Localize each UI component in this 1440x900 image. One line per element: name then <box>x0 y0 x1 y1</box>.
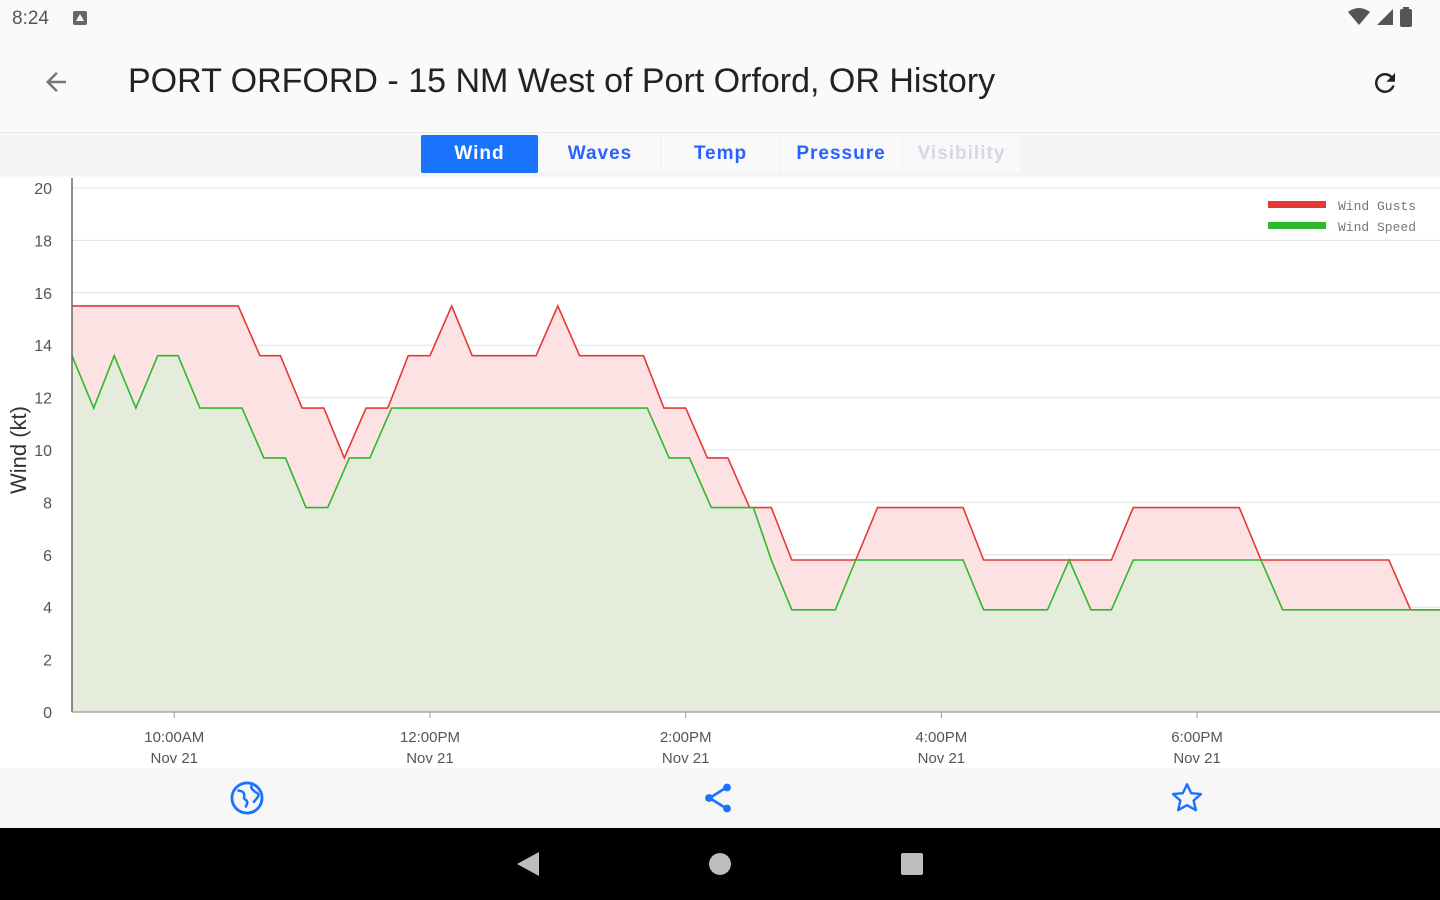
map-button[interactable] <box>227 780 267 820</box>
square-recents-icon <box>899 851 925 882</box>
y-axis-label: Wind (kt) <box>6 406 31 494</box>
legend-swatch <box>1268 201 1326 208</box>
system-nav-bar <box>0 828 1440 900</box>
y-tick-label: 10 <box>34 443 52 460</box>
y-tick-label: 20 <box>34 181 52 198</box>
battery-icon <box>1400 6 1412 32</box>
x-tick-label: 2:00PM <box>660 729 712 746</box>
wind-chart: 0 2 4 6 8 10 12 14 16 18 20 Wind (kt) 10:00AM Nov 21 1… <box>0 178 1440 768</box>
globe-icon <box>228 779 266 822</box>
wifi-icon <box>1348 7 1370 31</box>
star-outline-icon <box>1169 780 1205 821</box>
y-tick-label: 0 <box>43 705 52 722</box>
nav-back-button[interactable] <box>510 848 546 884</box>
x-tick-sublabel: Nov 21 <box>151 750 199 767</box>
favorite-button[interactable] <box>1167 780 1207 820</box>
share-button[interactable] <box>698 780 738 820</box>
tab-visibility: Visibility <box>903 135 1020 173</box>
y-tick-label: 14 <box>34 338 52 355</box>
status-icons <box>1348 6 1412 32</box>
status-time: 8:24 <box>12 8 49 29</box>
x-tick-label: 4:00PM <box>916 729 968 746</box>
tab-pressure[interactable]: Pressure <box>781 135 901 173</box>
refresh-button[interactable] <box>1366 66 1404 104</box>
page-title: PORT ORFORD - 15 NM West of Port Orford,… <box>128 62 996 100</box>
y-tick-label: 6 <box>43 548 52 565</box>
y-tick-label: 18 <box>34 233 52 250</box>
tab-wind[interactable]: Wind <box>421 135 538 173</box>
tab-waves[interactable]: Waves <box>540 135 660 173</box>
x-tick-sublabel: Nov 21 <box>662 750 710 767</box>
bottom-action-bar <box>0 768 1440 828</box>
circle-home-icon <box>707 851 733 882</box>
x-tick-label: 10:00AM <box>144 729 204 746</box>
nav-home-button[interactable] <box>702 848 738 884</box>
share-icon <box>700 780 736 821</box>
x-tick-sublabel: Nov 21 <box>1173 750 1221 767</box>
triangle-back-icon <box>515 850 541 883</box>
legend-label: Wind Gusts <box>1338 199 1416 214</box>
app-bar: PORT ORFORD - 15 NM West of Port Orford,… <box>0 40 1440 133</box>
status-bar: 8:24 <box>0 0 1440 40</box>
refresh-icon <box>1370 68 1400 103</box>
x-tick-sublabel: Nov 21 <box>406 750 454 767</box>
y-tick-label: 4 <box>43 600 52 617</box>
y-tick-label: 8 <box>43 495 52 512</box>
y-tick-label: 2 <box>43 653 52 670</box>
y-tick-label: 16 <box>34 286 52 303</box>
x-tick-label: 6:00PM <box>1171 729 1223 746</box>
nav-recents-button[interactable] <box>894 848 930 884</box>
notification-icon <box>72 10 88 26</box>
back-button[interactable] <box>38 66 74 102</box>
arrow-back-icon <box>41 67 71 102</box>
tab-temp[interactable]: Temp <box>662 135 779 173</box>
x-tick-label: 12:00PM <box>400 729 460 746</box>
signal-icon <box>1376 8 1394 31</box>
y-tick-label: 12 <box>34 391 52 408</box>
x-tick-sublabel: Nov 21 <box>918 750 966 767</box>
legend-label: Wind Speed <box>1338 220 1416 235</box>
legend-swatch <box>1268 222 1326 229</box>
tab-bar: Wind Waves Temp Pressure Visibility <box>0 134 1440 176</box>
wind-chart-svg: 0 2 4 6 8 10 12 14 16 18 20 Wind (kt) 10:00AM Nov 21 1… <box>6 178 1440 767</box>
